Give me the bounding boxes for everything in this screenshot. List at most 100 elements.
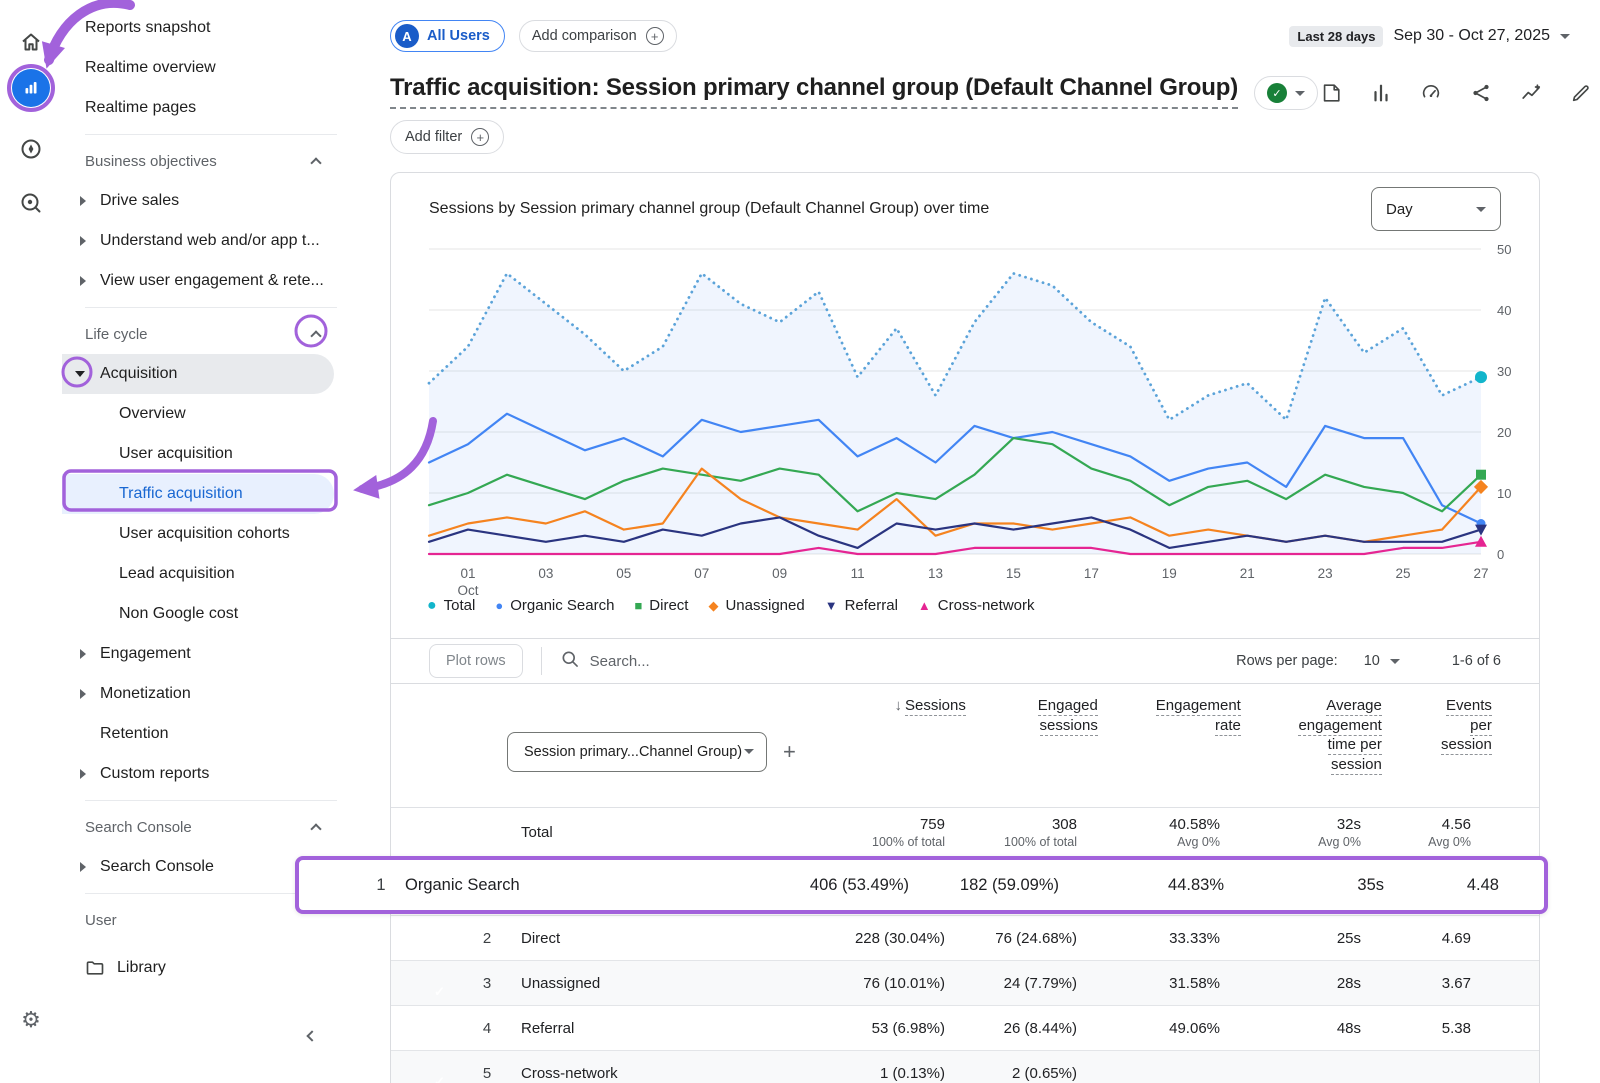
channel-name: Direct [507,930,775,947]
expand-arrow-icon[interactable] [80,276,86,286]
svg-text:50: 50 [1497,242,1511,257]
table-row-unassigned[interactable]: 3 Unassigned 76 (10.01%) 24 (7.79%) 31.5… [391,960,1539,1005]
sidebar-item-label: Monetization [100,685,191,703]
expand-arrow-icon[interactable] [80,649,86,659]
all-users-chip[interactable]: A All Users [390,20,505,52]
chart-icon[interactable] [1368,80,1394,106]
legend-item-organic-search[interactable]: ●Organic Search [495,597,614,614]
date-range-selector[interactable]: Last 28 days Sep 30 - Oct 27, 2025 [1289,26,1570,47]
section-search-console[interactable]: Search Console [62,807,360,847]
sidebar-item-non-google-cost[interactable]: Non Google cost [62,594,360,634]
reports-icon[interactable] [12,69,50,107]
sidebar-item-understand-web-app[interactable]: Understand web and/or app t... [62,221,360,261]
rows-per-page-select[interactable]: 10 [1364,653,1400,669]
svg-text:21: 21 [1240,566,1255,581]
sidebar-item-label: Understand web and/or app t... [100,232,320,250]
sidebar-item-drive-sales[interactable]: Drive sales [62,181,360,221]
sidebar-item-realtime-overview[interactable]: Realtime overview [62,48,360,88]
dimension-dropdown[interactable]: Session primary...Channel Group) [507,732,767,772]
column-header-sessions[interactable]: ↓Sessions [796,696,966,807]
trending-insights-icon[interactable] [1518,80,1544,106]
legend-marker-icon: ◆ [708,599,718,612]
notes-icon[interactable] [1318,80,1344,106]
svg-text:40: 40 [1497,303,1511,318]
chevron-up-icon[interactable] [310,330,321,341]
table-row-organic-search-highlighted[interactable]: 1 Organic Search 406 (53.49%) 182 (59.09… [295,856,1548,914]
column-header-events-per-session[interactable]: Eventspersession [1382,696,1492,807]
search-icon[interactable] [560,649,580,674]
sidebar-item-monetization[interactable]: Monetization [62,674,360,714]
sidebar-item-view-user-engagement[interactable]: View user engagement & rete... [62,261,360,301]
legend-label: Organic Search [510,597,614,614]
expand-arrow-icon[interactable] [80,862,86,872]
table-row-direct[interactable]: 2 Direct 228 (30.04%) 76 (24.68%) 33.33%… [391,915,1539,960]
cell-avg-time: 35s [1224,876,1384,895]
sidebar-item-acquisition[interactable]: Acquisition [62,354,334,394]
table-row-referral[interactable]: 4 Referral 53 (6.98%) 26 (8.44%) 49.06% … [391,1005,1539,1050]
table-row-cross-network[interactable]: 5 Cross-network 1 (0.13%) 2 (0.65%) [391,1050,1539,1083]
svg-text:25: 25 [1396,566,1411,581]
legend-item-unassigned[interactable]: ◆Unassigned [708,597,804,614]
expand-arrow-icon[interactable] [80,196,86,206]
add-dimension-icon[interactable]: + [783,739,796,765]
svg-text:30: 30 [1497,364,1511,379]
svg-text:13: 13 [928,566,943,581]
sidebar-item-overview[interactable]: Overview [62,394,360,434]
data-quality-badge[interactable]: ✓ [1254,76,1318,110]
sidebar-item-engagement[interactable]: Engagement [62,634,360,674]
expand-arrow-icon[interactable] [80,769,86,779]
sidebar-item-traffic-acquisition[interactable]: Traffic acquisition [62,474,334,514]
legend-item-direct[interactable]: ■Direct [634,597,688,614]
chart-legend: ●Total ●Organic Search ■Direct ◆Unassign… [427,597,1034,614]
sidebar-collapse-icon[interactable] [308,1027,316,1045]
cell-events: 4.48 [1384,876,1499,895]
section-business-objectives[interactable]: Business objectives [62,141,360,181]
legend-item-referral[interactable]: ▼Referral [825,597,898,614]
column-header-engagement-rate[interactable]: Engagementrate [1098,696,1241,807]
report-card: Sessions by Session primary channel grou… [390,172,1540,1083]
add-filter-button[interactable]: Add filter [390,120,504,154]
sidebar-item-label: Realtime overview [85,59,216,77]
legend-label: Referral [845,597,898,614]
sidebar-item-custom-reports[interactable]: Custom reports [62,754,360,794]
explore-icon[interactable] [11,129,51,169]
avatar: A [395,24,419,48]
rows-per-page-label: Rows per page: [1236,653,1338,669]
edit-pencil-icon[interactable] [1568,80,1594,106]
search-input[interactable] [590,653,890,670]
chevron-up-icon[interactable] [310,823,321,834]
sidebar-item-user-acquisition[interactable]: User acquisition [62,434,360,474]
section-life-cycle[interactable]: Life cycle [62,314,360,354]
ga4-app: ⚙ Reports snapshot Realtime overview Rea… [0,0,1600,1083]
collapse-arrow-icon[interactable] [75,371,85,377]
expand-arrow-icon[interactable] [80,236,86,246]
column-header-avg-engagement-time[interactable]: Averageengagementtime persession [1241,696,1382,807]
sidebar-item-user-acquisition-cohorts[interactable]: User acquisition cohorts [62,514,360,554]
sidebar-item-realtime-pages[interactable]: Realtime pages [62,88,360,128]
advertising-icon[interactable] [11,183,51,223]
sidebar-item-lead-acquisition[interactable]: Lead acquisition [62,554,360,594]
granularity-select[interactable]: Day [1371,187,1501,231]
legend-item-cross-network[interactable]: ▲Cross-network [918,597,1035,614]
cell-sessions: 53 (6.98%) [775,1020,945,1037]
column-header-engaged-sessions[interactable]: Engagedsessions [966,696,1098,807]
sidebar-divider [85,800,337,801]
settings-gear-icon[interactable]: ⚙ [11,1000,51,1040]
expand-arrow-icon[interactable] [80,689,86,699]
share-icon[interactable] [1468,80,1494,106]
section-header-label: Search Console [85,819,192,836]
channel-name: Cross-network [507,1065,775,1082]
sidebar-item-library[interactable]: Library [62,948,360,988]
legend-label: Cross-network [938,597,1035,614]
chevron-up-icon[interactable] [310,157,321,168]
home-icon[interactable] [11,22,51,62]
total-sessions: 759100% of total [775,816,945,849]
cell-sessions: 76 (10.01%) [775,975,945,992]
sidebar-item-retention[interactable]: Retention [62,714,360,754]
legend-item-total[interactable]: ●Total [427,597,475,614]
sidebar-item-reports-snapshot[interactable]: Reports snapshot [62,8,360,48]
insights-gauge-icon[interactable] [1418,80,1444,106]
add-comparison-button[interactable]: Add comparison [519,20,677,52]
plot-rows-button[interactable]: Plot rows [429,644,523,678]
toolbar-divider [541,647,542,675]
